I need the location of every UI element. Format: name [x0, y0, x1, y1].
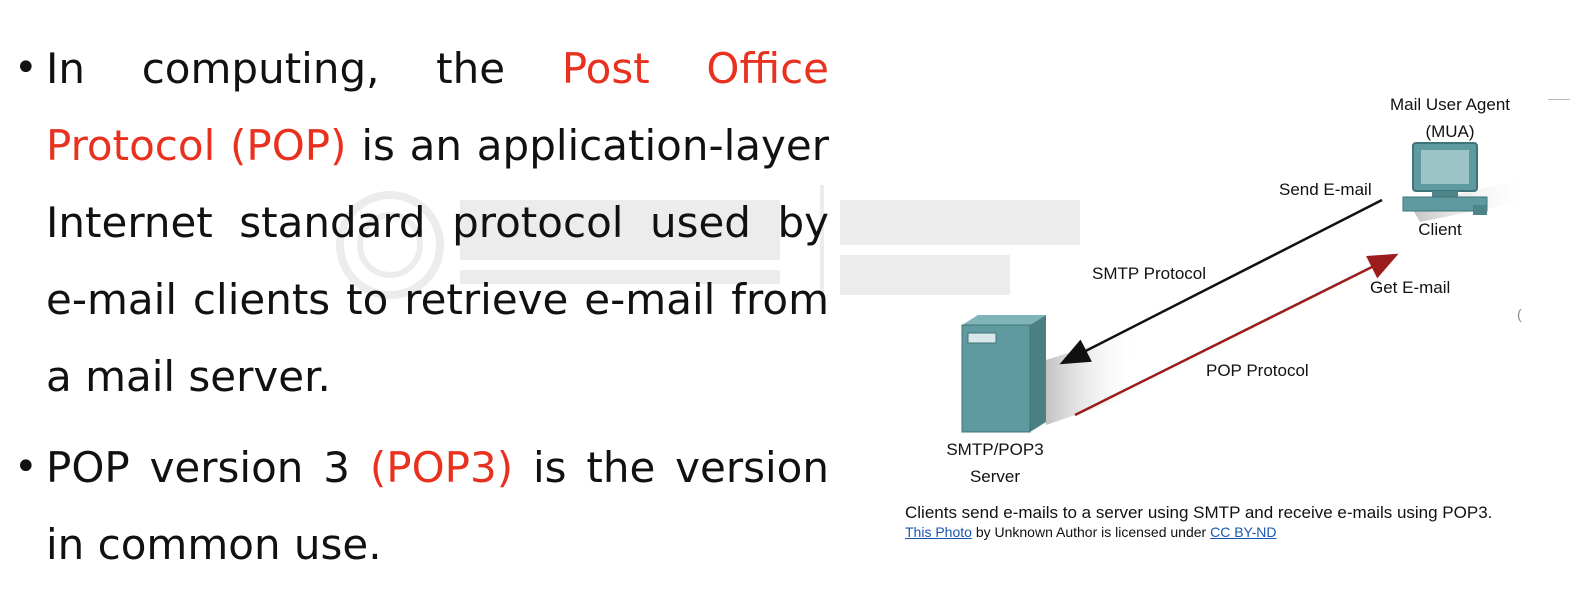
server-label: SMTP/POP3 Server — [935, 436, 1055, 490]
get-email-label: Get E-mail — [1370, 278, 1451, 297]
client-label: Client — [1418, 220, 1462, 239]
pop-diagram — [961, 142, 1530, 433]
server-label-line2: Server — [969, 467, 1021, 486]
license-link[interactable]: CC BY-ND — [1210, 524, 1276, 540]
photo-link[interactable]: This Photo — [905, 524, 972, 540]
credit-text: by Unknown Author is licensed under — [971, 524, 1211, 540]
computer-icon — [1402, 142, 1530, 222]
send-email-label: Send E-mail — [1279, 180, 1372, 199]
smtp-protocol-label: SMTP Protocol — [1092, 264, 1207, 283]
mua-label-line2: (MUA) — [1425, 122, 1475, 141]
server-label-line1: SMTP/POP3 — [946, 440, 1044, 459]
photo-credit: This Photo by Unknown Author is licensed… — [905, 524, 1276, 540]
server-icon — [961, 315, 1140, 433]
mua-label: Mail User Agent (MUA) — [1375, 91, 1525, 145]
mua-label-line1: Mail User Agent — [1390, 95, 1510, 114]
edge-divider — [1548, 99, 1570, 100]
figure-caption: Clients send e-mails to a server using S… — [905, 503, 1493, 522]
pop-protocol-label: POP Protocol — [1206, 361, 1309, 380]
edge-mark: ( — [1517, 306, 1522, 322]
